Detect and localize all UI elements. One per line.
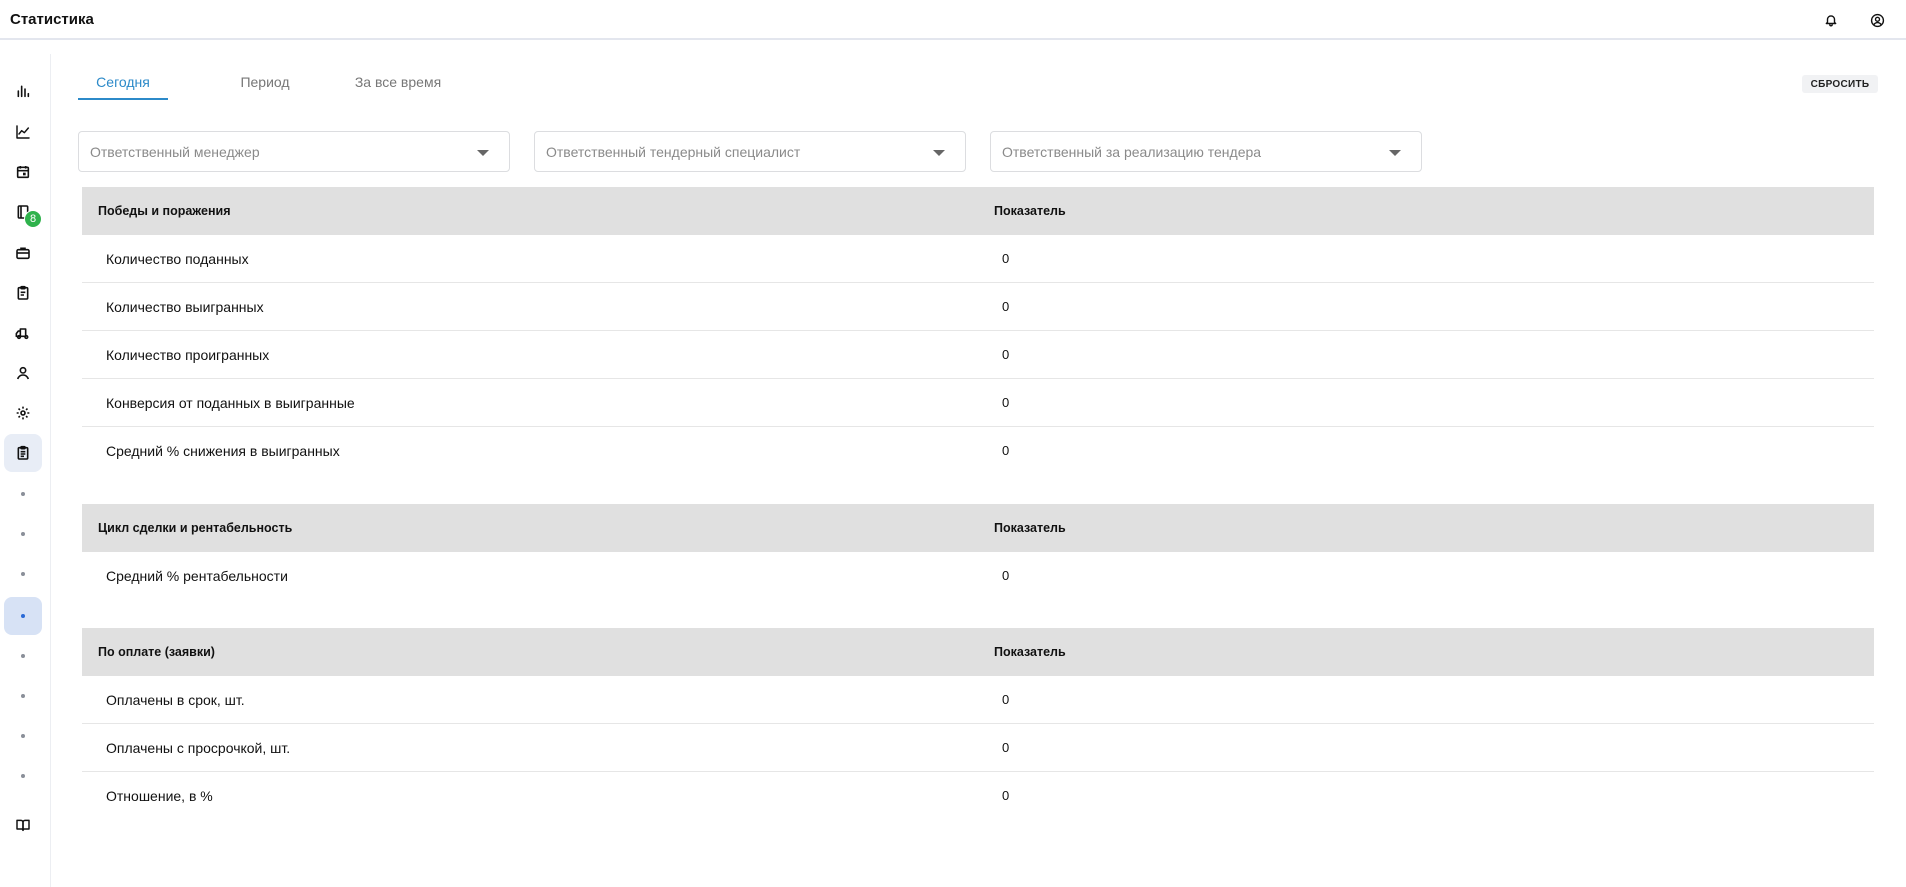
sidebar-item-delivery[interactable]: [4, 314, 42, 352]
row-label: Средний % рентабельности: [106, 568, 288, 584]
bell-icon: [1825, 15, 1837, 27]
notifications-button[interactable]: [1820, 9, 1842, 31]
row-value: 0: [1002, 395, 1010, 410]
sidebar-subitem-5[interactable]: [4, 637, 42, 675]
table-row: Оплачены в срок, шт. 0: [82, 676, 1874, 724]
row-label: Отношение, в %: [106, 788, 213, 804]
tab-today[interactable]: Сегодня: [78, 74, 168, 100]
manager-select[interactable]: Ответственный менеджер: [78, 131, 510, 172]
sidebar-item-briefcase[interactable]: [4, 234, 42, 272]
table-row: Количество выигранных 0: [82, 283, 1874, 331]
row-label: Количество выигранных: [106, 299, 264, 315]
row-value: 0: [1002, 788, 1010, 803]
table-row: Конверсия от поданных в выигранные 0: [82, 379, 1874, 427]
row-label: Количество поданных: [106, 251, 249, 267]
row-label: Оплачены с просрочкой, шт.: [106, 740, 291, 756]
account-button[interactable]: [1866, 9, 1888, 31]
implementation-select[interactable]: Ответственный за реализацию тендера: [990, 131, 1422, 172]
caret-down-icon: [1389, 150, 1401, 156]
table-row: Количество проигранных 0: [82, 331, 1874, 379]
table-row: Количество поданных 0: [82, 235, 1874, 283]
manager-select-placeholder: Ответственный менеджер: [90, 144, 260, 160]
table-header: Цикл сделки и рентабельность Показатель: [82, 504, 1874, 552]
section-title: По оплате (заявки): [98, 645, 215, 659]
sidebar-subitem-3[interactable]: [4, 555, 42, 593]
reset-button[interactable]: СБРОСИТЬ: [1802, 75, 1878, 93]
table-row: Средний % рентабельности 0: [82, 552, 1874, 600]
value-header: Показатель: [994, 521, 1066, 535]
user-icon: [16, 366, 30, 380]
tender-specialist-select-placeholder: Ответственный тендерный специалист: [546, 144, 801, 160]
table-row: Оплачены с просрочкой, шт. 0: [82, 724, 1874, 772]
dot-icon: [21, 734, 25, 738]
sidebar-item-calendar[interactable]: [4, 153, 42, 191]
value-header: Показатель: [994, 204, 1066, 218]
section-title: Победы и поражения: [98, 204, 231, 218]
notification-badge: 8: [24, 210, 42, 228]
row-value: 0: [1002, 347, 1010, 362]
sidebar-subitem-2[interactable]: [4, 515, 42, 553]
dot-icon: [21, 532, 25, 536]
value-header: Показатель: [994, 645, 1066, 659]
table-row: Отношение, в % 0: [82, 772, 1874, 820]
calendar-icon: [16, 166, 30, 179]
row-value: 0: [1002, 443, 1010, 458]
implementation-select-placeholder: Ответственный за реализацию тендера: [1002, 144, 1262, 160]
sidebar-item-book[interactable]: 8: [4, 193, 42, 231]
row-value: 0: [1002, 568, 1010, 583]
dot-icon: [21, 492, 25, 496]
caret-down-icon: [477, 150, 489, 156]
sidebar-item-settings[interactable]: [4, 394, 42, 432]
sidebar-item-users[interactable]: [4, 354, 42, 392]
page-title: Статистика: [10, 11, 94, 28]
caret-down-icon: [933, 150, 945, 156]
table-row: Средний % снижения в выигранных 0: [82, 427, 1874, 475]
sidebar-item-analytics[interactable]: [4, 113, 42, 151]
table-header: Победы и поражения Показатель: [82, 187, 1874, 235]
sidebar-subitem-6[interactable]: [4, 677, 42, 715]
dot-icon: [21, 654, 25, 658]
sidebar: 8: [0, 54, 51, 887]
section-title: Цикл сделки и рентабельность: [98, 521, 293, 535]
truck-icon: [15, 328, 29, 340]
sidebar-subitem-4[interactable]: [4, 597, 42, 635]
row-value: 0: [1002, 740, 1010, 755]
tab-all-time[interactable]: За все время: [348, 74, 448, 100]
clipboard-list-icon: [17, 445, 29, 460]
dot-icon: [21, 614, 25, 618]
line-chart-icon: [16, 125, 30, 139]
row-value: 0: [1002, 251, 1010, 266]
row-label: Средний % снижения в выигранных: [106, 443, 340, 459]
stats-table-payments: По оплате (заявки) Показатель Оплачены в…: [82, 628, 1874, 820]
row-value: 0: [1002, 299, 1010, 314]
user-circle-icon: [1870, 13, 1884, 27]
sidebar-item-reports[interactable]: [4, 434, 42, 472]
row-value: 0: [1002, 692, 1010, 707]
row-label: Количество проигранных: [106, 347, 270, 363]
sidebar-item-statistics[interactable]: [4, 72, 42, 110]
open-book-icon: [16, 819, 30, 832]
row-label: Конверсия от поданных в выигранные: [106, 395, 355, 411]
top-bar: Статистика: [0, 0, 1906, 40]
tender-specialist-select[interactable]: Ответственный тендерный специалист: [534, 131, 966, 172]
clipboard-icon: [17, 285, 29, 300]
briefcase-icon: [16, 247, 30, 260]
sidebar-item-docs[interactable]: [4, 806, 42, 844]
gear-icon: [16, 406, 30, 420]
sidebar-subitem-1[interactable]: [4, 475, 42, 513]
dot-icon: [21, 572, 25, 576]
stats-table-wins-losses: Победы и поражения Показатель Количество…: [82, 187, 1874, 475]
bar-chart-icon: [17, 85, 30, 98]
sidebar-subitem-7[interactable]: [4, 717, 42, 755]
dot-icon: [21, 774, 25, 778]
stats-table-deal-cycle: Цикл сделки и рентабельность Показатель …: [82, 504, 1874, 600]
table-header: По оплате (заявки) Показатель: [82, 628, 1874, 676]
tab-period[interactable]: Период: [228, 74, 302, 100]
sidebar-item-clipboard[interactable]: [4, 274, 42, 312]
dot-icon: [21, 694, 25, 698]
row-label: Оплачены в срок, шт.: [106, 692, 245, 708]
sidebar-subitem-8[interactable]: [4, 757, 42, 795]
